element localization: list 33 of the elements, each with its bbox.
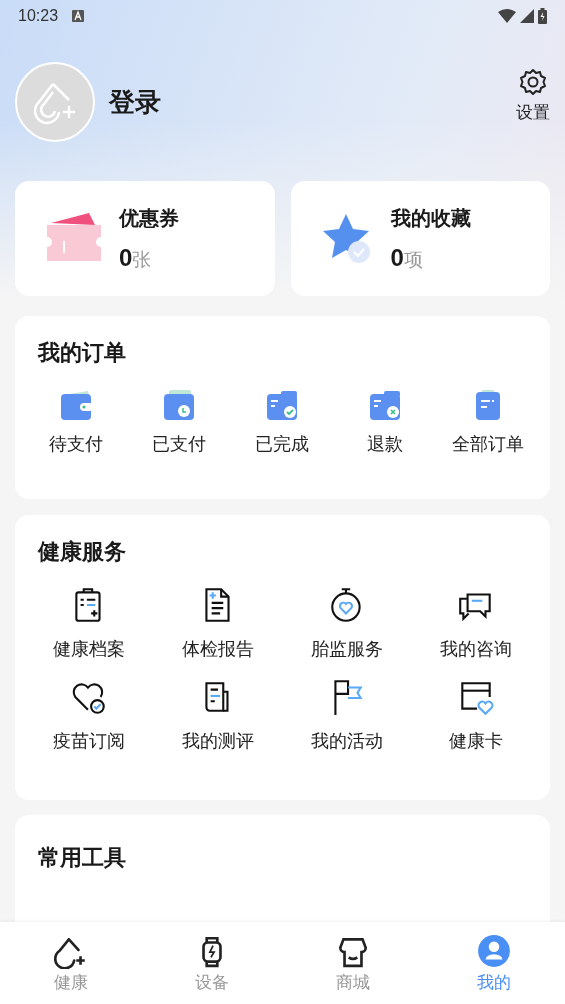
login-link[interactable]: 登录 [109, 84, 161, 120]
battery-icon [538, 8, 547, 24]
favorites-card[interactable]: 我的收藏 0项 [290, 181, 550, 296]
section-title: 我的订单 [38, 339, 126, 367]
count-unit: 项 [403, 248, 423, 270]
count-unit: 张 [132, 248, 152, 270]
settings-icon [518, 66, 548, 97]
keyboard-icon [72, 10, 85, 22]
order-item[interactable]: 退款 [333, 386, 436, 456]
service-item[interactable]: 体检报告 [153, 585, 283, 661]
section-title: 常用工具 [38, 844, 126, 872]
order-item[interactable]: 全部订单 [436, 386, 539, 456]
section-title: 健康服务 [38, 538, 126, 566]
service-item[interactable]: 我的咨询 [411, 585, 541, 661]
tab-icon [476, 932, 513, 969]
order-item[interactable]: 待支付 [24, 386, 127, 456]
service-item[interactable]: 胎监服务 [282, 585, 412, 661]
count-value: 0 [390, 243, 404, 271]
order-item[interactable]: 已支付 [127, 386, 230, 456]
coupon-card[interactable]: 优惠券 0张 [15, 181, 275, 296]
service-item[interactable]: 我的测评 [153, 677, 283, 753]
count-value: 0 [119, 243, 133, 271]
service-item[interactable]: 健康档案 [24, 585, 154, 661]
signal-icon [520, 9, 534, 23]
status-time: 10:23 [18, 7, 59, 25]
card-title: 优惠券 [119, 205, 179, 231]
settings-button[interactable]: 设置 [516, 66, 550, 124]
service-item[interactable]: 健康卡 [411, 677, 541, 753]
service-item[interactable]: 我的活动 [282, 677, 412, 753]
service-item[interactable]: 疫苗订阅 [24, 677, 154, 753]
wifi-icon [498, 9, 516, 23]
card-title: 我的收藏 [390, 205, 471, 231]
order-item[interactable]: 已完成 [230, 386, 333, 456]
